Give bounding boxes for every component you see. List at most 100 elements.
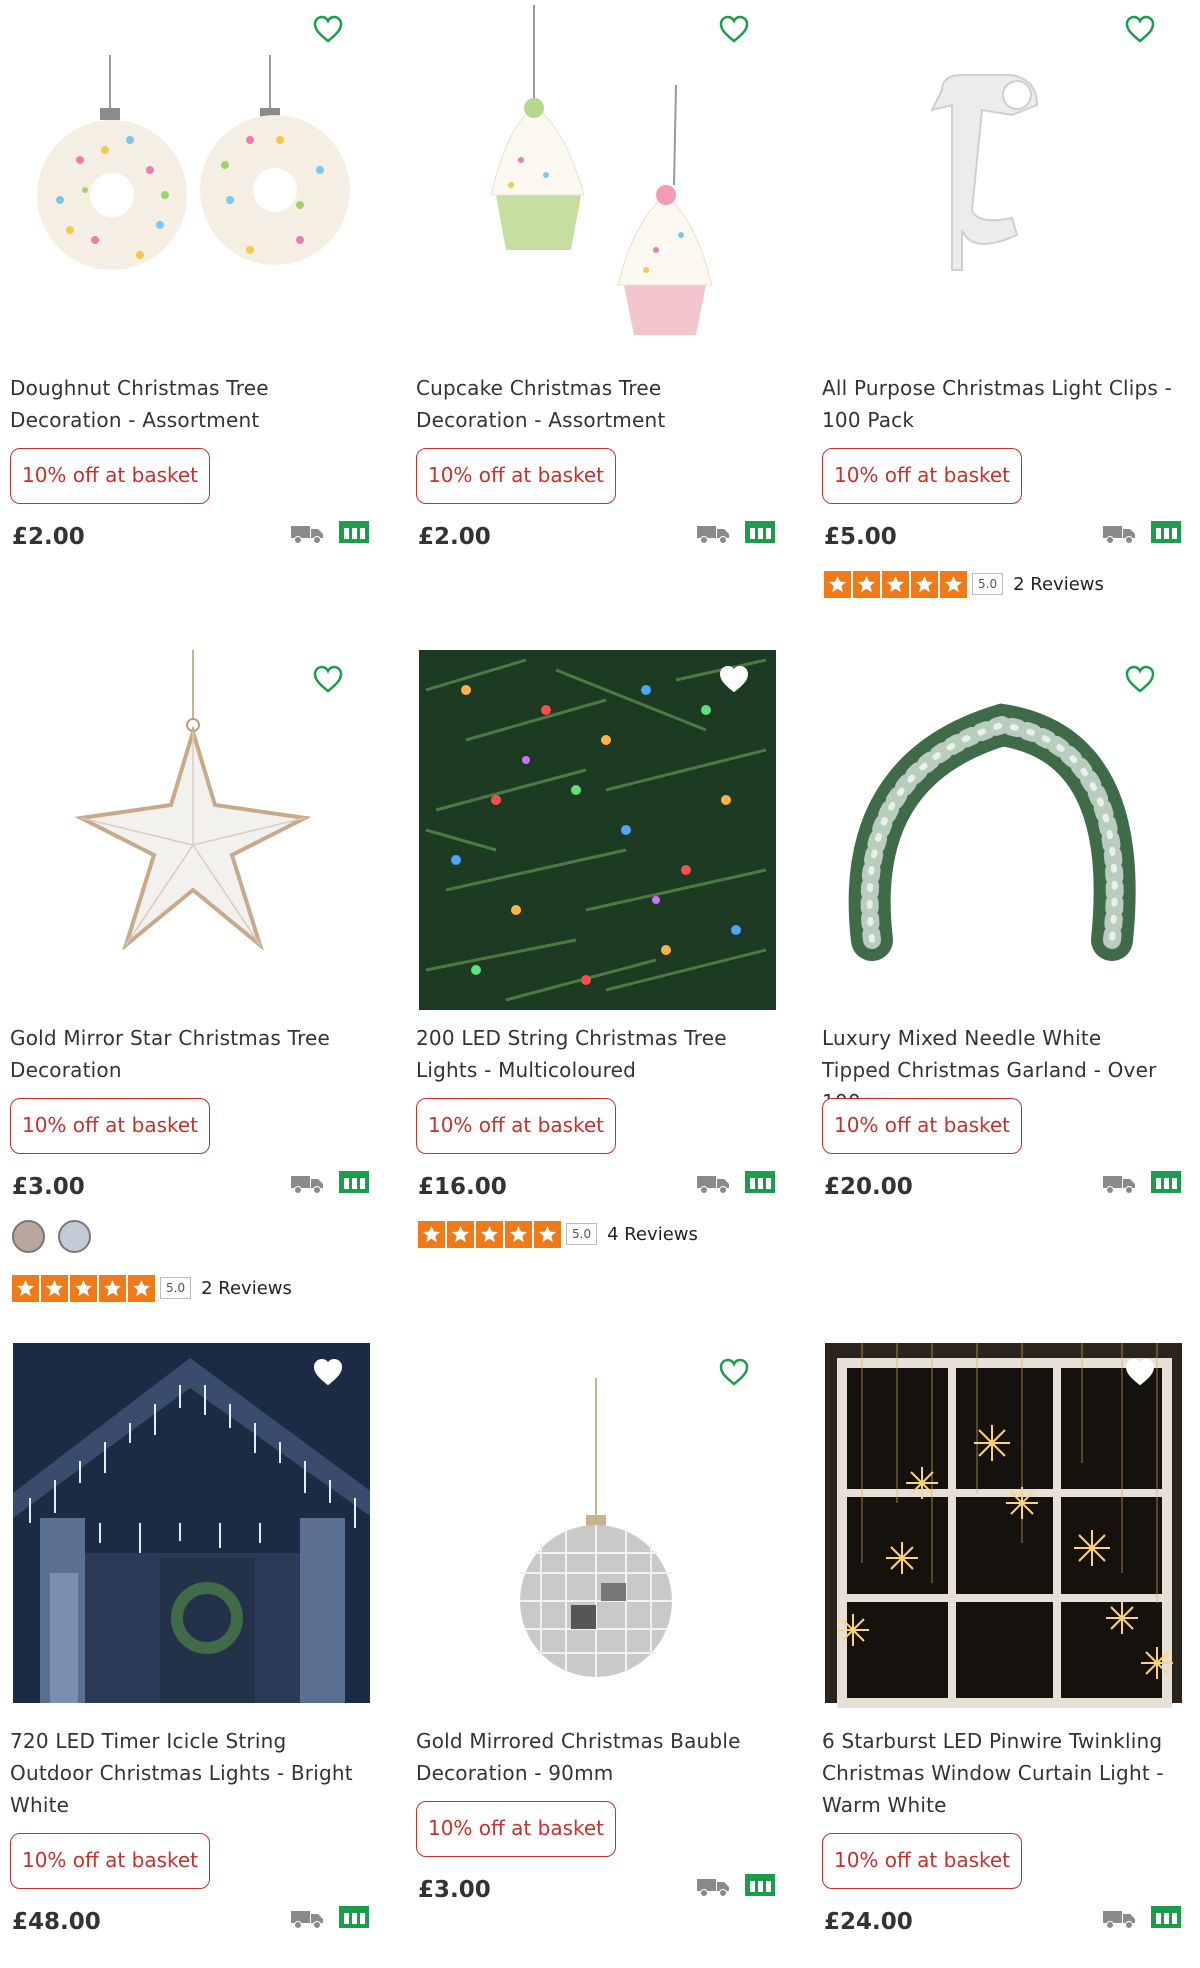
availability-icons <box>696 1873 776 1899</box>
star-icon <box>476 1220 503 1248</box>
product-title[interactable]: All Purpose Christmas Light Clips - 100 … <box>822 372 1172 436</box>
product-image[interactable] <box>812 0 1182 370</box>
promo-badge[interactable]: 10% off at basket <box>416 1801 616 1857</box>
heart-icon[interactable] <box>718 14 750 44</box>
availability-icons <box>1102 1170 1182 1196</box>
colour-swatch[interactable] <box>12 1220 45 1253</box>
heart-icon[interactable] <box>312 14 344 44</box>
product-card-starburst-curtain[interactable]: 6 Starburst LED Pinwire Twinkling Christ… <box>812 1343 1182 1963</box>
product-card-doughnut[interactable]: Doughnut Christmas Tree Decoration - Ass… <box>0 0 370 590</box>
star-icon <box>41 1274 68 1302</box>
delivery-van-icon <box>1103 1176 1135 1194</box>
store-icon <box>1151 1906 1181 1928</box>
product-price: £48.00 <box>12 1909 101 1935</box>
availability-icons <box>696 1170 776 1196</box>
light-clips-image <box>930 74 1039 271</box>
product-rating[interactable]: 5.0 4 Reviews <box>418 1220 698 1248</box>
promo-badge[interactable]: 10% off at basket <box>416 1098 616 1154</box>
star-icon <box>940 570 967 598</box>
led-string-image <box>419 650 776 1010</box>
product-card-cupcake[interactable]: Cupcake Christmas Tree Decoration - Asso… <box>406 0 776 590</box>
heart-icon[interactable] <box>718 664 750 694</box>
delivery-van-icon <box>1103 526 1135 544</box>
product-image[interactable] <box>0 1343 370 1713</box>
rating-score: 5.0 <box>972 573 1004 595</box>
product-price: £3.00 <box>12 1174 85 1200</box>
product-price: £2.00 <box>12 524 85 550</box>
heart-icon[interactable] <box>1124 664 1156 694</box>
product-card-led-string[interactable]: 200 LED String Christmas Tree Lights - M… <box>406 650 776 1270</box>
product-image[interactable] <box>812 650 1182 1020</box>
product-title[interactable]: Doughnut Christmas Tree Decoration - Ass… <box>10 372 360 436</box>
heart-icon[interactable] <box>718 1357 750 1387</box>
product-price: £5.00 <box>824 524 897 550</box>
star-icon <box>824 570 851 598</box>
product-image[interactable] <box>406 650 776 1020</box>
rating-score: 5.0 <box>566 1223 598 1245</box>
review-count[interactable]: 4 Reviews <box>607 1224 698 1245</box>
product-title[interactable]: 200 LED String Christmas Tree Lights - M… <box>416 1022 766 1086</box>
product-title[interactable]: Cupcake Christmas Tree Decoration - Asso… <box>416 372 766 436</box>
heart-icon[interactable] <box>312 664 344 694</box>
product-rating[interactable]: 5.0 2 Reviews <box>12 1274 292 1302</box>
delivery-van-icon <box>697 1176 729 1194</box>
star-rating <box>12 1274 157 1302</box>
product-price: £3.00 <box>418 1877 491 1903</box>
store-icon <box>1151 1171 1181 1193</box>
product-image[interactable] <box>0 650 370 1020</box>
store-icon <box>339 521 369 543</box>
product-card-garland[interactable]: Luxury Mixed Needle White Tipped Christm… <box>812 650 1182 1240</box>
promo-badge[interactable]: 10% off at basket <box>416 448 616 504</box>
promo-badge[interactable]: 10% off at basket <box>822 1098 1022 1154</box>
product-card-light-clips[interactable]: All Purpose Christmas Light Clips - 100 … <box>812 0 1182 620</box>
colour-swatch[interactable] <box>58 1220 91 1253</box>
promo-badge[interactable]: 10% off at basket <box>10 1833 210 1889</box>
promo-badge[interactable]: 10% off at basket <box>10 448 210 504</box>
product-image[interactable] <box>812 1343 1182 1713</box>
delivery-van-icon <box>1103 1911 1135 1929</box>
star-icon <box>853 570 880 598</box>
product-card-icicle-lights[interactable]: 720 LED Timer Icicle String Outdoor Chri… <box>0 1343 370 1963</box>
availability-icons <box>1102 1905 1182 1931</box>
delivery-van-icon <box>697 526 729 544</box>
product-rating[interactable]: 5.0 2 Reviews <box>824 570 1104 598</box>
review-count[interactable]: 2 Reviews <box>201 1278 292 1299</box>
store-icon <box>745 1171 775 1193</box>
product-image[interactable] <box>0 0 370 370</box>
availability-icons <box>290 520 370 546</box>
store-icon <box>745 1874 775 1896</box>
starburst-curtain-image <box>825 1343 1182 1708</box>
product-card-mirror-bauble[interactable]: Gold Mirrored Christmas Bauble Decoratio… <box>406 1343 776 1933</box>
heart-icon[interactable] <box>312 1357 344 1387</box>
star-rating <box>418 1220 563 1248</box>
product-title[interactable]: 6 Starburst LED Pinwire Twinkling Christ… <box>822 1725 1172 1821</box>
cupcake-image <box>490 5 713 335</box>
product-title[interactable]: Gold Mirror Star Christmas Tree Decorati… <box>10 1022 360 1086</box>
product-title[interactable]: Gold Mirrored Christmas Bauble Decoratio… <box>416 1725 766 1789</box>
product-image[interactable] <box>406 1343 776 1713</box>
availability-icons <box>290 1905 370 1931</box>
heart-icon[interactable] <box>1124 14 1156 44</box>
heart-icon[interactable] <box>1124 1357 1156 1387</box>
product-title[interactable]: 720 LED Timer Icicle String Outdoor Chri… <box>10 1725 360 1821</box>
product-price: £20.00 <box>824 1174 913 1200</box>
promo-badge[interactable]: 10% off at basket <box>10 1098 210 1154</box>
star-icon <box>911 570 938 598</box>
rating-score: 5.0 <box>160 1277 192 1299</box>
product-image[interactable] <box>406 0 776 370</box>
delivery-van-icon <box>697 1879 729 1897</box>
delivery-van-icon <box>291 526 323 544</box>
star-icon <box>882 570 909 598</box>
store-icon <box>339 1171 369 1193</box>
promo-badge[interactable]: 10% off at basket <box>822 448 1022 504</box>
product-card-gold-star[interactable]: Gold Mirror Star Christmas Tree Decorati… <box>0 650 370 1302</box>
star-icon <box>505 1220 532 1248</box>
gold-star-image <box>74 650 312 951</box>
availability-icons <box>1102 520 1182 546</box>
review-count[interactable]: 2 Reviews <box>1013 574 1104 595</box>
garland-image <box>848 703 1136 961</box>
promo-badge[interactable]: 10% off at basket <box>822 1833 1022 1889</box>
doughnut-image <box>37 55 350 270</box>
store-icon <box>1151 521 1181 543</box>
star-icon <box>447 1220 474 1248</box>
